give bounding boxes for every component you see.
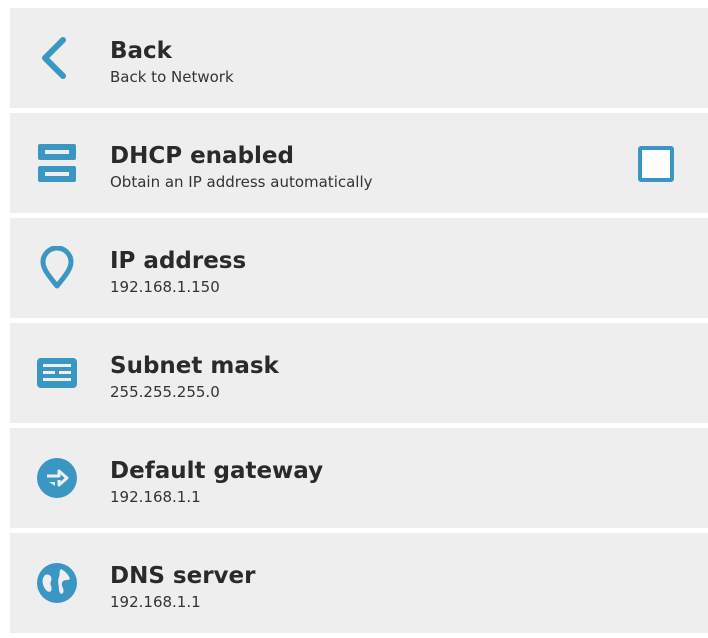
back-chevron-icon[interactable] (35, 36, 79, 80)
default-gateway-title: Default gateway (110, 458, 324, 484)
ip-address-value: 192.168.1.150 (110, 278, 220, 296)
dhcp-enabled-checkbox[interactable] (638, 146, 674, 182)
location-pin-icon (35, 246, 79, 290)
dhcp-enabled-subtitle: Obtain an IP address automatically (110, 173, 373, 191)
dns-server-value: 192.168.1.1 (110, 593, 201, 611)
default-gateway-value: 192.168.1.1 (110, 488, 201, 506)
subnet-mask-value: 255.255.255.0 (110, 383, 220, 401)
subnet-mask-icon (35, 351, 79, 395)
back-row[interactable]: Back Back to Network (10, 8, 708, 108)
dns-server-row[interactable]: DNS server 192.168.1.1 (10, 533, 708, 633)
dhcp-enabled-row[interactable]: DHCP enabled Obtain an IP address automa… (10, 113, 708, 213)
subnet-mask-row[interactable]: Subnet mask 255.255.255.0 (10, 323, 708, 423)
gateway-arrows-icon (35, 456, 79, 500)
dhcp-server-icon (35, 141, 79, 185)
globe-icon (35, 561, 79, 605)
subnet-mask-title: Subnet mask (110, 353, 279, 379)
ip-address-title: IP address (110, 248, 247, 274)
dhcp-enabled-title: DHCP enabled (110, 143, 294, 169)
default-gateway-row[interactable]: Default gateway 192.168.1.1 (10, 428, 708, 528)
ip-address-row[interactable]: IP address 192.168.1.150 (10, 218, 708, 318)
dns-server-title: DNS server (110, 563, 256, 589)
network-settings-menu: Back Back to Network DHCP enabled Obtain… (10, 8, 708, 638)
back-title: Back (110, 38, 172, 64)
back-subtitle: Back to Network (110, 68, 234, 86)
